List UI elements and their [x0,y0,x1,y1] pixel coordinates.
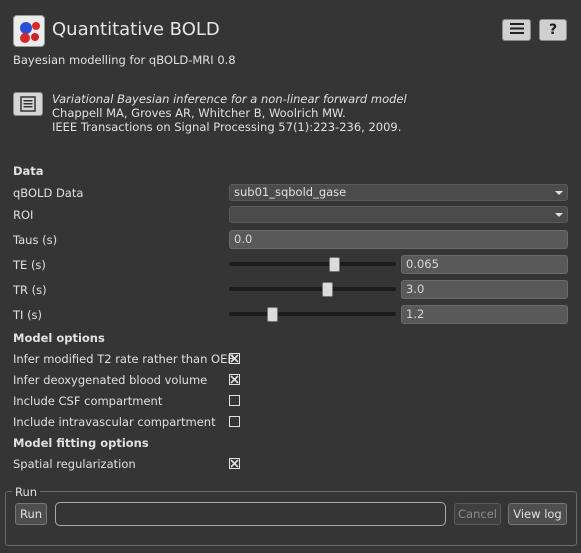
hamburger-menu-icon [509,23,524,37]
run-progress-bar [55,502,446,526]
ti-slider-track[interactable] [229,312,396,316]
taus-input[interactable]: 0.0 [229,230,568,249]
tr-label: TR (s) [13,283,47,297]
ti-input[interactable]: 1.2 [401,305,568,324]
tr-input[interactable]: 3.0 [401,280,568,299]
run-group-title: Run [12,485,41,499]
taus-label: Taus (s) [13,233,58,247]
data-heading: Data [13,164,44,178]
citation-title: Variational Bayesian inference for a non… [52,92,407,106]
page-title: Quantitative BOLD [52,19,220,40]
include-iv-checkbox[interactable] [229,416,240,427]
help-button[interactable]: ? [539,19,567,41]
check-icon [230,459,239,468]
te-input[interactable]: 0.065 [401,255,568,274]
citation-document-icon[interactable] [13,92,43,116]
option-label: Include intravascular compartment [13,415,216,429]
check-icon [230,375,239,384]
run-button[interactable]: Run [15,503,47,525]
ti-slider-handle[interactable] [267,307,278,322]
menu-button[interactable] [502,19,531,41]
te-label: TE (s) [13,258,46,272]
check-icon [230,354,239,363]
citation-journal: IEEE Transactions on Signal Processing 5… [52,120,402,134]
cancel-button[interactable]: Cancel [454,503,501,525]
infer-dbv-checkbox[interactable] [229,374,240,385]
ti-label: TI (s) [13,308,43,322]
spatial-reg-checkbox[interactable] [229,458,240,469]
fitting-options-heading: Model fitting options [13,436,149,450]
model-options-heading: Model options [13,331,105,345]
include-csf-checkbox[interactable] [229,395,240,406]
app-logo-icon [13,15,45,47]
citation-authors: Chappell MA, Groves AR, Whitcher B, Wool… [52,106,346,120]
option-label: Infer deoxygenated blood volume [13,373,208,387]
roi-select[interactable] [229,206,568,223]
infer-t2-checkbox[interactable] [229,353,240,364]
qbold-data-value: sub01_sqbold_gase [234,185,347,199]
qbold-data-select[interactable]: sub01_sqbold_gase [229,184,568,201]
roi-label: ROI [13,208,34,222]
chevron-down-icon [555,213,563,217]
spatial-reg-label: Spatial regularization [13,457,136,471]
tr-slider-track[interactable] [229,287,396,291]
chevron-down-icon [555,191,563,195]
option-label: Include CSF compartment [13,394,163,408]
view-log-button[interactable]: View log [508,503,567,525]
qbold-data-label: qBOLD Data [13,186,84,200]
te-slider-track[interactable] [229,262,396,266]
option-label: Infer modified T2 rate rather than OEF [13,352,234,366]
te-slider-handle[interactable] [329,257,340,272]
tr-slider-handle[interactable] [322,282,333,297]
page-subtitle: Bayesian modelling for qBOLD-MRI 0.8 [13,53,236,67]
